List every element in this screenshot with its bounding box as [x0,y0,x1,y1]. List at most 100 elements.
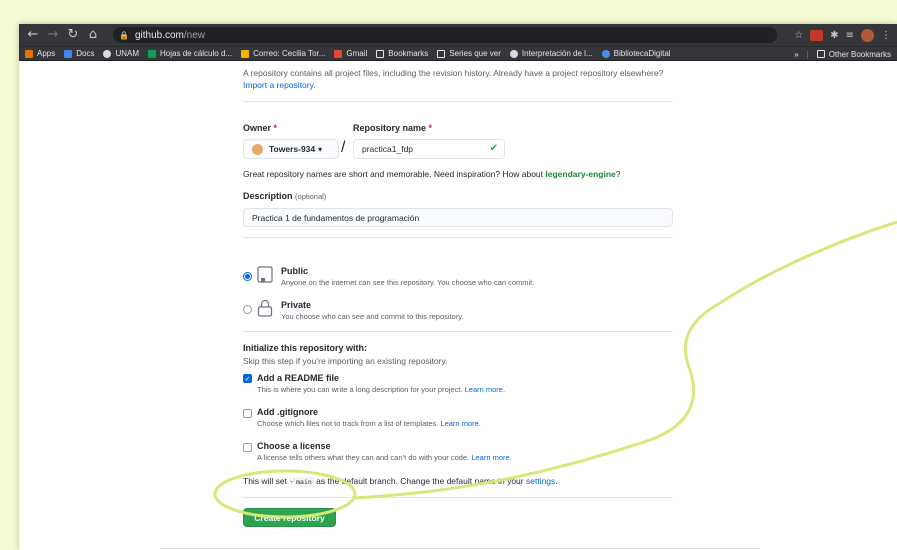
divider [243,237,673,238]
lock-icon: 🔒 [119,30,129,40]
readme-description: This is where you can write a long descr… [257,385,506,394]
url-path: /new [183,29,206,41]
public-repo-icon [257,266,273,283]
readme-title: Add a README file [257,373,340,383]
bookmark-item[interactable]: Series que ver [437,49,501,58]
bookmark-item[interactable]: Hojas de cálculo d... [148,49,232,58]
bookmarks-bar: Apps Docs UNAM Hojas de cálculo d... Correo:… [19,46,897,61]
footer-divider [160,548,760,549]
bookmark-label: UNAM [115,49,140,58]
description-value: Practica 1 de fundamentos de programació… [252,212,420,223]
gitignore-learn-more-link[interactable]: Learn more. [440,419,480,428]
bookmark-item[interactable]: Interpretación de l... [509,49,593,58]
public-title: Public [281,266,309,276]
gitignore-title: Add .gitignore [257,407,318,417]
apps-grid-icon [25,49,33,58]
outlook-icon [241,49,250,58]
address-bar[interactable]: 🔒 github.com/new [113,27,777,43]
toolbar-right-icons: ☆ ✱ ≡ ⋮ [794,24,891,46]
bookmarks-divider: | [806,49,809,59]
create-repository-button[interactable]: Create repository [243,508,336,527]
forward-arrow-icon[interactable]: → [43,24,63,46]
bookmark-star-icon[interactable]: ☆ [794,30,803,41]
bookmark-item[interactable]: Gmail [334,49,367,58]
home-icon[interactable]: ⌂ [83,24,103,46]
divider [243,101,673,102]
gmail-icon [334,49,343,58]
gitignore-option: Add .gitignore Choose which files not to… [257,407,481,428]
optional-tag: (optional) [295,192,327,201]
repository-name-label: Repository name * [353,123,433,133]
profile-avatar[interactable] [861,28,874,42]
lock-icon [257,299,273,317]
valid-check-icon: ✔ [489,143,498,154]
intro-description: A repository contains all project files,… [243,68,664,78]
private-description: You choose who can see and commit to thi… [281,312,464,321]
browser-window: ← → ↻ ⌂ 🔒 github.com/new ☆ ✱ ≡ ⋮ Apps Doc… [19,24,897,550]
readme-checkbox[interactable]: ✓ [243,374,252,383]
bookmark-item[interactable]: BibliotecaDigital [601,49,671,58]
readme-learn-more-link[interactable]: Learn more. [465,385,505,394]
owner-avatar-icon [252,143,263,155]
bookmark-label: Gmail [346,49,368,58]
license-checkbox[interactable] [243,443,252,452]
public-option: Public Anyone on the internet can see th… [281,266,534,287]
bookmark-label: Series que ver [449,49,501,58]
bookmark-item[interactable]: Bookmarks [376,49,428,58]
bookmark-label: Bookmarks [388,49,429,58]
required-mark: * [273,123,278,133]
private-radio[interactable] [243,305,252,314]
owner-value: Towers-934 [269,144,316,154]
bookmark-label: Interpretación de l... [521,49,593,58]
browser-menu-icon[interactable]: ⋮ [881,30,891,41]
folder-icon [437,49,446,58]
intro-text: A repository contains all project files,… [243,67,683,91]
default-branch-note: This will set ⑂ main as the default branc… [243,476,558,487]
extension-icon[interactable] [810,29,824,41]
media-queue-icon[interactable]: ≡ [846,30,854,41]
repository-name-input[interactable]: practica1_fdp ✔ [353,139,505,159]
bookmark-item[interactable]: Apps [25,49,55,58]
public-radio[interactable] [243,272,252,281]
settings-link[interactable]: settings [526,476,555,486]
globe-icon [509,49,518,58]
license-learn-more-link[interactable]: Learn more. [471,453,511,462]
divider [243,497,673,498]
owner-name-separator: / [341,139,346,156]
docs-icon [64,49,73,58]
puzzle-extensions-icon[interactable]: ✱ [830,30,838,41]
new-repository-page: A repository contains all project files,… [19,61,897,550]
back-arrow-icon[interactable]: ← [23,24,43,46]
gitignore-description: Choose which files not to track from a l… [257,419,481,428]
name-hint: Great repository names are short and mem… [243,169,621,179]
chevron-down-icon: ▾ [318,144,323,154]
description-input[interactable]: Practica 1 de fundamentos de programació… [243,208,673,227]
repository-name-value: practica1_fdp [362,144,414,154]
bookmark-label: Correo: Cecilia Tor... [253,49,326,58]
bookmark-label: Docs [76,49,95,58]
other-bookmarks[interactable]: Other Bookmarks [816,49,891,59]
suggested-name-link[interactable]: legendary-engine [545,169,615,179]
import-repository-link[interactable]: Import a repository. [243,80,316,90]
globe-icon [103,49,112,58]
readme-option: Add a README file This is where you can … [257,373,505,394]
bookmark-item[interactable]: Correo: Cecilia Tor... [241,49,325,58]
other-bookmarks-label: Other Bookmarks [828,49,891,59]
gitignore-checkbox[interactable] [243,409,252,418]
folder-icon [816,50,825,58]
bookmark-item[interactable]: UNAM [103,49,139,58]
browser-toolbar: ← → ↻ ⌂ 🔒 github.com/new ☆ ✱ ≡ ⋮ [19,24,897,46]
public-description: Anyone on the internet can see this repo… [281,278,535,287]
owner-dropdown[interactable]: Towers-934 ▾ [243,139,339,159]
license-title: Choose a license [257,441,331,451]
divider [243,331,673,332]
init-title: Initialize this repository with: [243,343,368,353]
star-icon [376,49,385,58]
reload-icon[interactable]: ↻ [63,24,83,46]
url-host: github.com [134,29,184,41]
cloud-icon [601,49,610,58]
more-bookmarks-chevron[interactable]: » [794,50,798,59]
bookmark-item[interactable]: Docs [64,49,94,58]
sheets-icon [148,49,157,58]
init-subtitle: Skip this step if you’re importing an ex… [243,356,448,366]
